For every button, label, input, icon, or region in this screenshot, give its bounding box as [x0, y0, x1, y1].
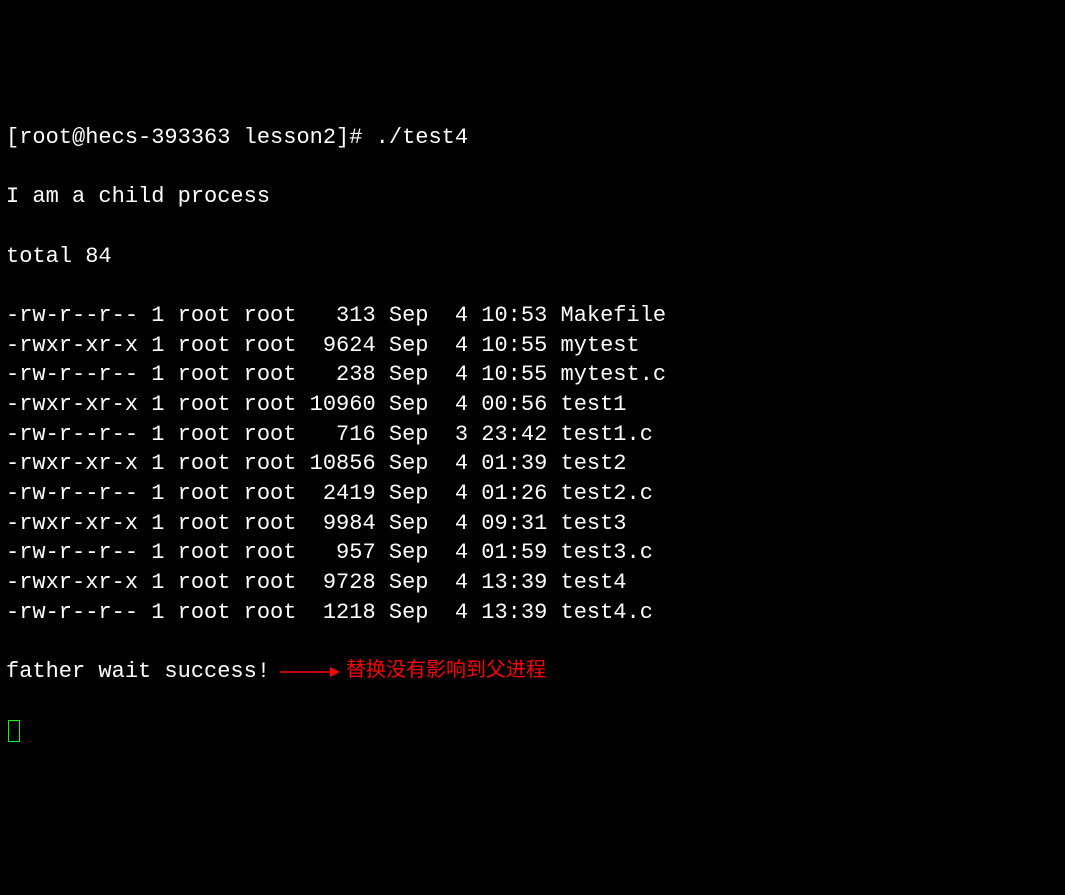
father-wait-row: father wait success! 替换没有影响到父进程 [6, 657, 1059, 687]
file-row: -rw-r--r-- 1 root root 238 Sep 4 10:55 m… [6, 360, 1059, 390]
file-row: -rw-r--r-- 1 root root 716 Sep 3 23:42 t… [6, 420, 1059, 450]
next-prompt-row [6, 717, 1059, 747]
file-row: -rw-r--r-- 1 root root 2419 Sep 4 01:26 … [6, 479, 1059, 509]
file-row: -rw-r--r-- 1 root root 957 Sep 4 01:59 t… [6, 538, 1059, 568]
prompt-line: [root@hecs-393363 lesson2]# ./test4 [6, 123, 1059, 153]
file-row: -rwxr-xr-x 1 root root 10960 Sep 4 00:56… [6, 390, 1059, 420]
file-row: -rw-r--r-- 1 root root 313 Sep 4 10:53 M… [6, 301, 1059, 331]
file-listing: -rw-r--r-- 1 root root 313 Sep 4 10:53 M… [6, 301, 1059, 628]
cursor-icon [8, 720, 20, 742]
file-row: -rwxr-xr-x 1 root root 9728 Sep 4 13:39 … [6, 568, 1059, 598]
file-row: -rw-r--r-- 1 root root 1218 Sep 4 13:39 … [6, 598, 1059, 628]
arrow-icon [280, 665, 340, 679]
father-wait-msg: father wait success! [6, 657, 270, 687]
ls-total-line: total 84 [6, 242, 1059, 272]
child-process-msg: I am a child process [6, 182, 1059, 212]
file-row: -rwxr-xr-x 1 root root 9624 Sep 4 10:55 … [6, 331, 1059, 361]
file-row: -rwxr-xr-x 1 root root 10856 Sep 4 01:39… [6, 449, 1059, 479]
annotation-text: 替换没有影响到父进程 [346, 658, 546, 685]
file-row: -rwxr-xr-x 1 root root 9984 Sep 4 09:31 … [6, 509, 1059, 539]
